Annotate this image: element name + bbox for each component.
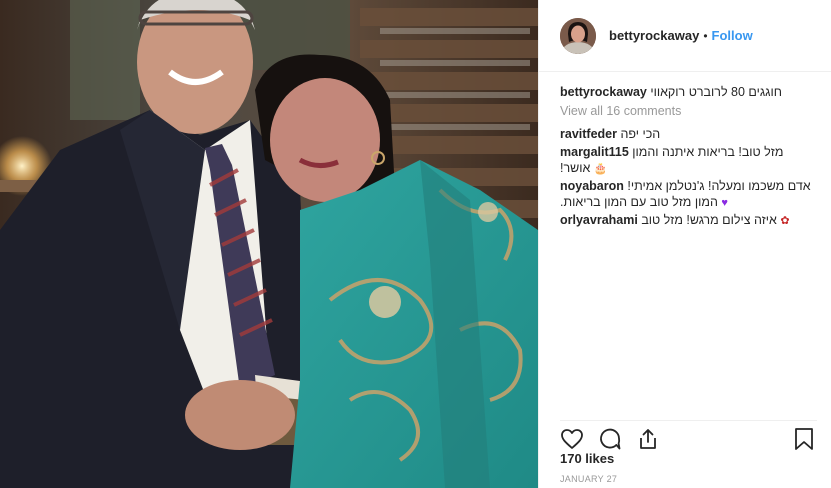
avatar-image	[560, 17, 596, 54]
like-button[interactable]	[560, 427, 584, 451]
comment-item: margalit115 מזל טוב! בריאות איתנה והמון …	[560, 144, 817, 176]
photo-couple-image	[0, 0, 538, 488]
header-separator: •	[703, 28, 708, 43]
save-button[interactable]	[793, 427, 815, 451]
view-all-comments-link[interactable]: View all 16 comments	[560, 103, 817, 119]
header-username[interactable]: bettyrockaway	[609, 28, 699, 43]
bookmark-icon	[795, 428, 813, 450]
share-button[interactable]	[636, 427, 660, 451]
caption: bettyrockaway חוגגים 80 לרוברט רוקאווי	[560, 84, 817, 100]
comment-username[interactable]: ravitfeder	[560, 127, 617, 141]
cake-icon: 🎂	[593, 163, 608, 175]
follow-button[interactable]: Follow	[712, 28, 753, 43]
comment-item: ravitfeder הכי יפה	[560, 126, 817, 142]
comment-item: noyabaron אדם משכמו ומעלה! ג'נטלמן אמיתי…	[560, 178, 817, 210]
caption-text: חוגגים 80 לרוברט רוקאווי	[650, 85, 782, 99]
comment-username[interactable]: noyabaron	[560, 179, 624, 193]
post-side-panel: bettyrockaway • Follow bettyrockaway חוג…	[538, 0, 831, 488]
post-photo[interactable]	[0, 0, 538, 488]
avatar[interactable]	[560, 17, 596, 54]
instagram-post: bettyrockaway • Follow bettyrockaway חוג…	[0, 0, 831, 488]
likes-count[interactable]: 170 likes	[560, 451, 614, 466]
action-bar	[560, 420, 817, 450]
post-date[interactable]: January 27	[560, 474, 617, 484]
comment-username[interactable]: margalit115	[560, 145, 629, 159]
comment-item: orlyavrahami איזה צילום מרגש! מזל טוב ✿	[560, 212, 817, 228]
rose-icon: ✿	[780, 215, 790, 227]
heart-outline-icon	[561, 429, 583, 449]
caption-username[interactable]: bettyrockaway	[560, 85, 647, 99]
comment-username[interactable]: orlyavrahami	[560, 213, 638, 227]
comment-text: הכי יפה	[620, 127, 661, 141]
comment-bubble-icon	[600, 428, 621, 450]
purple-heart-icon: ♥	[721, 197, 728, 209]
comment-text: איזה צילום מרגש! מזל טוב	[641, 213, 777, 227]
post-header: bettyrockaway • Follow	[539, 0, 831, 72]
comment-button[interactable]	[598, 427, 622, 451]
share-icon	[640, 429, 656, 449]
comments-section: bettyrockaway חוגגים 80 לרוברט רוקאווי V…	[560, 84, 817, 230]
